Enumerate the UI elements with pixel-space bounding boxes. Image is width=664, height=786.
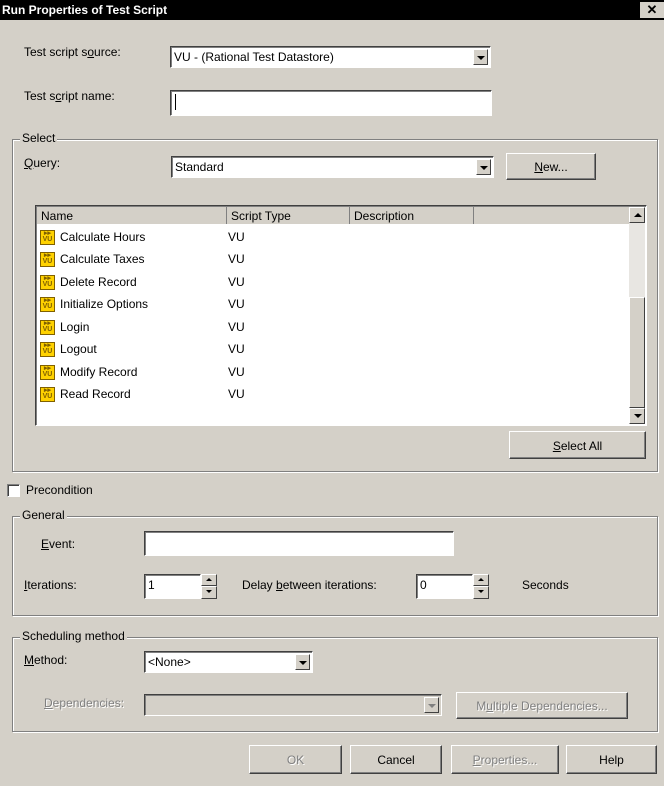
delay-input[interactable]: 0	[416, 574, 473, 599]
method-label: Method:	[24, 653, 68, 667]
list-header: Name Script Type Description	[37, 207, 630, 224]
event-label: Event:	[41, 537, 76, 551]
new-button[interactable]: New...	[506, 153, 596, 180]
window-title: Run Properties of Test Script	[2, 3, 168, 17]
arrow-up-icon	[634, 213, 642, 217]
vu-script-icon: ▸▸ VU	[40, 252, 55, 267]
list-item[interactable]: ▸▸ VU Login VU	[38, 317, 624, 339]
iterations-down-button[interactable]	[201, 586, 217, 599]
list-item[interactable]: ▸▸ VU Initialize Options VU	[38, 294, 624, 316]
close-icon[interactable]: ✕	[640, 2, 664, 18]
source-dropdown[interactable]: VU - (Rational Test Datastore)	[170, 46, 491, 68]
dependencies-dropdown	[144, 694, 442, 716]
vu-script-icon: ▸▸ VU	[40, 230, 55, 245]
method-dropdown-arrow[interactable]	[295, 654, 310, 670]
iterations-value: 1	[148, 578, 155, 592]
dependencies-label: Dependencies:	[44, 696, 125, 710]
source-label: Test script source:	[24, 45, 121, 59]
query-label: Query:	[24, 156, 61, 170]
method-dropdown[interactable]: <None>	[144, 651, 313, 673]
iterations-label: Iterations:	[24, 578, 77, 592]
vu-script-icon: ▸▸ VU	[40, 387, 55, 402]
iterations-input[interactable]: 1	[144, 574, 201, 599]
delay-value: 0	[420, 578, 427, 592]
script-name-label: Test script name:	[24, 89, 115, 103]
general-group-label: General	[20, 508, 67, 522]
source-value: VU - (Rational Test Datastore)	[174, 50, 334, 64]
help-button[interactable]: Help	[566, 745, 657, 774]
script-list[interactable]: Name Script Type Description ▸▸ VU Calcula…	[35, 205, 647, 426]
ok-button: OK	[249, 745, 342, 774]
scroll-thumb[interactable]	[629, 297, 645, 408]
vu-script-icon: ▸▸ VU	[40, 275, 55, 290]
arrow-down-icon	[634, 414, 642, 418]
arrow-down-icon	[478, 590, 484, 593]
delay-up-button[interactable]	[473, 574, 489, 586]
select-group-label: Select	[20, 131, 58, 145]
query-value: Standard	[175, 160, 224, 174]
precondition-label: Precondition	[26, 483, 93, 497]
chevron-down-icon	[428, 704, 436, 708]
arrow-up-icon	[206, 578, 212, 581]
scheduling-group-label: Scheduling method	[20, 629, 127, 643]
column-header-name[interactable]: Name	[37, 207, 227, 224]
vu-script-icon: ▸▸ VU	[40, 297, 55, 312]
cancel-button[interactable]: Cancel	[350, 745, 442, 774]
vu-script-icon: ▸▸ VU	[40, 365, 55, 380]
arrow-up-icon	[478, 578, 484, 581]
column-header-description[interactable]: Description	[350, 207, 474, 224]
event-input[interactable]	[144, 531, 454, 556]
list-item[interactable]: ▸▸ VU Calculate Hours VU	[38, 227, 624, 249]
select-all-button[interactable]: Select All	[509, 431, 646, 459]
arrow-down-icon	[206, 590, 212, 593]
iterations-spinner[interactable]	[201, 574, 217, 599]
multiple-dependencies-button: Multiple Dependencies...	[456, 692, 628, 719]
seconds-label: Seconds	[522, 578, 569, 592]
precondition-checkbox[interactable]	[7, 484, 20, 497]
scroll-up-button[interactable]	[629, 207, 645, 223]
dependencies-dropdown-arrow	[424, 697, 439, 713]
list-item[interactable]: ▸▸ VU Logout VU	[38, 339, 624, 361]
list-item[interactable]: ▸▸ VU Modify Record VU	[38, 362, 624, 384]
list-item[interactable]: ▸▸ VU Read Record VU	[38, 384, 624, 406]
script-name-input[interactable]	[170, 90, 492, 116]
iterations-up-button[interactable]	[201, 574, 217, 586]
list-item[interactable]: ▸▸ VU Calculate Taxes VU	[38, 249, 624, 271]
source-dropdown-arrow[interactable]	[473, 49, 488, 65]
text-cursor	[175, 94, 176, 110]
method-value: <None>	[148, 655, 191, 669]
vu-script-icon: ▸▸ VU	[40, 320, 55, 335]
chevron-down-icon	[299, 661, 307, 665]
delay-spinner[interactable]	[473, 574, 489, 599]
query-dropdown-arrow[interactable]	[476, 159, 491, 175]
scroll-down-button[interactable]	[629, 408, 645, 424]
delay-label: Delay between iterations:	[242, 578, 377, 592]
list-item[interactable]: ▸▸ VU Delete Record VU	[38, 272, 624, 294]
list-scrollbar[interactable]	[629, 207, 645, 424]
properties-button: Properties...	[451, 745, 559, 774]
chevron-down-icon	[480, 166, 488, 170]
column-header-script-type[interactable]: Script Type	[227, 207, 350, 224]
delay-down-button[interactable]	[473, 586, 489, 599]
query-dropdown[interactable]: Standard	[171, 156, 494, 178]
vu-script-icon: ▸▸ VU	[40, 342, 55, 357]
chevron-down-icon	[477, 56, 485, 60]
